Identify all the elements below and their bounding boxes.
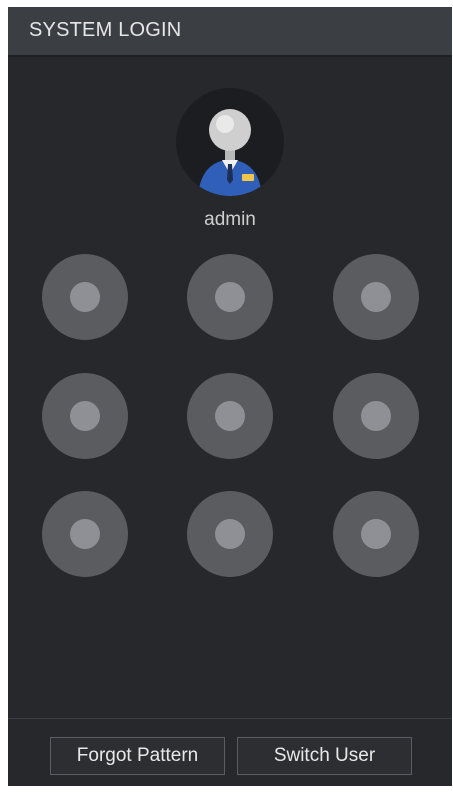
pattern-node-center — [361, 401, 391, 431]
pattern-node-center — [70, 519, 100, 549]
pattern-node-3[interactable] — [333, 254, 419, 340]
footer-divider — [8, 718, 452, 719]
dialog-title: SYSTEM LOGIN — [29, 19, 182, 41]
user-avatar-icon — [198, 109, 262, 196]
pattern-node-5[interactable] — [187, 373, 273, 459]
pattern-node-center — [361, 519, 391, 549]
pattern-node-6[interactable] — [333, 373, 419, 459]
pattern-node-center — [361, 282, 391, 312]
pattern-node-center — [215, 282, 245, 312]
pattern-node-center — [215, 519, 245, 549]
system-login-dialog: SYSTEM LOGIN admin Forgot Pattern Switch… — [8, 7, 452, 786]
pattern-node-2[interactable] — [187, 254, 273, 340]
pattern-node-center — [70, 401, 100, 431]
pattern-node-9[interactable] — [333, 491, 419, 577]
pattern-node-center — [215, 401, 245, 431]
forgot-pattern-button[interactable]: Forgot Pattern — [50, 737, 225, 775]
user-avatar — [176, 88, 284, 196]
pattern-node-7[interactable] — [42, 491, 128, 577]
switch-user-button[interactable]: Switch User — [237, 737, 412, 775]
pattern-node-8[interactable] — [187, 491, 273, 577]
pattern-node-1[interactable] — [42, 254, 128, 340]
pattern-node-center — [70, 282, 100, 312]
pattern-node-4[interactable] — [42, 373, 128, 459]
username-label: admin — [204, 209, 256, 230]
title-bar: SYSTEM LOGIN — [8, 7, 452, 57]
